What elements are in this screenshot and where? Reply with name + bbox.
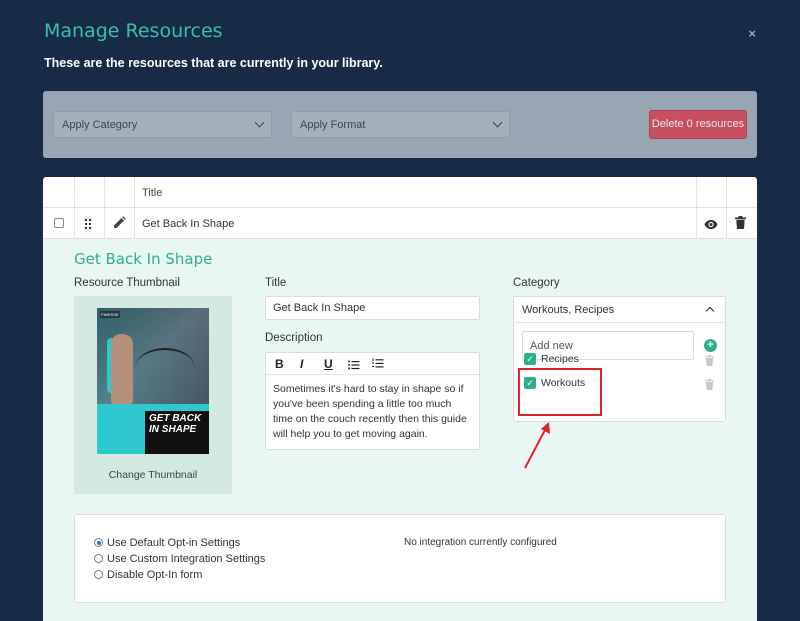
thumbnail-label: Resource Thumbnail xyxy=(74,277,180,289)
integration-status: No integration currently configured xyxy=(404,537,557,548)
resource-thumbnail-image: FIMESSE GET BACK IN SHAPE xyxy=(97,308,209,454)
underline-button[interactable]: U xyxy=(324,357,333,371)
row-select-checkbox[interactable] xyxy=(54,218,64,228)
drag-handle-icon[interactable] xyxy=(84,217,92,235)
edit-pencil-icon[interactable] xyxy=(113,216,126,234)
preview-eye-icon[interactable] xyxy=(704,217,718,235)
trash-icon[interactable] xyxy=(705,353,714,371)
chevron-up-icon xyxy=(705,306,715,316)
radio-unselected[interactable] xyxy=(94,570,103,579)
category-select[interactable]: Workouts, Recipes xyxy=(514,297,725,323)
row-title: Get Back In Shape xyxy=(142,218,235,230)
chevron-down-icon xyxy=(254,117,265,128)
delete-trash-icon[interactable] xyxy=(735,216,746,234)
add-category-plus-icon[interactable]: + xyxy=(704,339,717,352)
modal-title: Manage Resources xyxy=(44,20,223,42)
numbered-list-icon[interactable] xyxy=(372,358,384,372)
description-text: Sometimes it's hard to stay in shape so … xyxy=(273,383,467,440)
table-header: Title xyxy=(43,177,757,208)
thumbnail-logo: FIMESSE xyxy=(100,311,120,318)
checkbox-checked-icon[interactable]: ✓ xyxy=(524,353,536,365)
apply-format-select[interactable]: Apply Format xyxy=(291,111,510,138)
resources-table: Title Get Back In Shape Get Back In Shap… xyxy=(43,177,757,621)
description-label: Description xyxy=(265,332,323,344)
optin-option-label: Use Default Opt-in Settings xyxy=(107,537,241,549)
chevron-down-icon xyxy=(492,117,503,128)
description-editor[interactable]: B I U Sometimes it's hard to stay in sha… xyxy=(265,352,480,450)
resource-detail-panel: Get Back In Shape Resource Thumbnail FIM… xyxy=(43,239,757,621)
apply-category-select[interactable]: Apply Category xyxy=(53,111,272,138)
bullet-list-icon[interactable] xyxy=(348,359,360,373)
bulk-actions-bar: Apply Category Apply Format Delete 0 res… xyxy=(43,91,757,158)
change-thumbnail-link[interactable]: Change Thumbnail xyxy=(74,469,232,481)
bold-button[interactable]: B xyxy=(275,357,284,371)
annotation-arrow-icon xyxy=(524,422,550,469)
close-icon[interactable]: × xyxy=(748,26,756,41)
category-selected-value: Workouts, Recipes xyxy=(522,304,615,316)
apply-format-label: Apply Format xyxy=(300,119,366,131)
optin-option-label: Disable Opt-In form xyxy=(107,569,203,581)
thumbnail-box: FIMESSE GET BACK IN SHAPE Change Thumbna… xyxy=(74,296,232,494)
trash-icon[interactable] xyxy=(705,377,714,395)
editor-toolbar: B I U xyxy=(266,353,479,375)
resource-heading: Get Back In Shape xyxy=(74,250,213,268)
column-header-title: Title xyxy=(142,187,163,199)
highlight-box xyxy=(518,368,602,416)
thumbnail-cover-text: GET BACK IN SHAPE xyxy=(145,411,209,454)
delete-resources-button[interactable]: Delete 0 resources xyxy=(649,110,747,139)
table-row[interactable]: Get Back In Shape xyxy=(43,208,757,239)
title-field-label: Title xyxy=(265,277,287,289)
radio-unselected[interactable] xyxy=(94,554,103,563)
apply-category-label: Apply Category xyxy=(62,119,138,131)
italic-button[interactable]: I xyxy=(300,357,303,371)
modal-subtitle: These are the resources that are current… xyxy=(44,56,383,70)
title-input[interactable]: Get Back In Shape xyxy=(265,296,480,320)
radio-selected[interactable] xyxy=(94,538,103,547)
category-option-label: Recipes xyxy=(541,353,579,365)
optin-option-label: Use Custom Integration Settings xyxy=(107,553,266,565)
category-label: Category xyxy=(513,277,560,289)
optin-settings-panel: Use Default Opt-in Settings Use Custom I… xyxy=(74,514,726,603)
